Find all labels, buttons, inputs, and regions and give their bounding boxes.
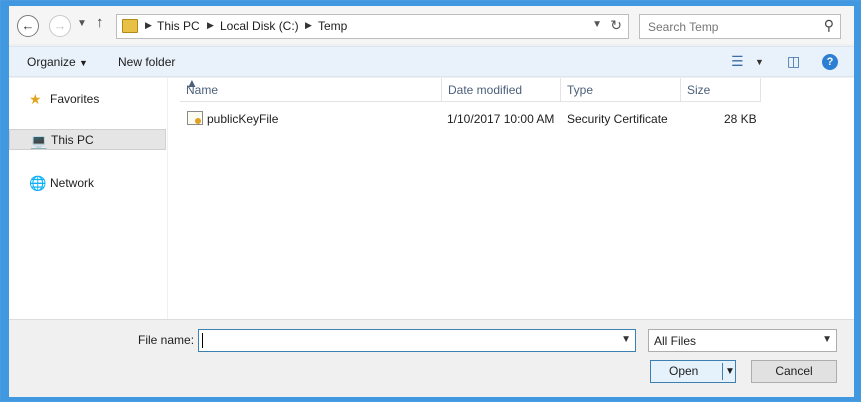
organize-button[interactable]: Organize ▼ (27, 55, 88, 69)
text-caret (202, 333, 203, 348)
organize-label: Organize (27, 55, 76, 69)
folder-icon (122, 19, 138, 33)
column-header-label: Size (687, 83, 711, 97)
address-row: ← → ▼ ↑ ▶ This PC ▶ Local Disk (C:) ▶ Te… (9, 6, 854, 44)
chevron-right-icon[interactable]: ▶ (207, 20, 214, 31)
view-options-icon[interactable]: ☰ (731, 53, 744, 70)
column-header-size[interactable]: Size (681, 78, 761, 102)
file-type-filter-value: All Files (654, 334, 697, 348)
nav-item-label: This PC (51, 133, 94, 147)
filter-chevron-down-icon: ▼ (822, 334, 832, 345)
column-header-label: Date modified (448, 83, 523, 97)
file-name-field[interactable]: ▼ (198, 329, 636, 352)
file-type: Security Certificate (567, 112, 668, 126)
nav-item-label: Favorites (50, 92, 100, 106)
search-input[interactable]: Search Temp ⚲ (639, 14, 841, 39)
forward-arrow-icon[interactable]: → (49, 15, 71, 37)
open-options-chevron-down-icon[interactable]: ▼ (725, 361, 735, 382)
chevron-down-icon: ▼ (79, 58, 88, 68)
chevron-right-icon[interactable]: ▶ (145, 20, 152, 31)
computer-icon: 💻 (30, 133, 48, 149)
help-icon[interactable]: ? (822, 54, 838, 70)
file-name-label: File name: (138, 333, 195, 347)
star-icon: ★ (29, 91, 42, 107)
nav-item-network[interactable]: 🌐 Network (9, 172, 166, 193)
open-button[interactable]: Open ▼ (650, 360, 736, 383)
breadcrumb-local-disk[interactable]: Local Disk (C:) (220, 19, 299, 33)
column-header-type[interactable]: Type (561, 78, 681, 102)
column-header-date-modified[interactable]: Date modified (442, 78, 561, 102)
column-header-name[interactable]: Name ▲ (180, 76, 442, 102)
breadcrumb-temp[interactable]: Temp (318, 19, 347, 33)
nav-item-label: Network (50, 176, 95, 190)
nav-item-this-pc[interactable]: 💻 This PC (9, 129, 166, 150)
breadcrumb-this-pc[interactable]: This PC (157, 19, 200, 33)
command-toolbar: Organize ▼ New folder ☰ ▼ ◫ ? (9, 46, 854, 77)
dialog-footer: File name: ▼ All Files ▼ Open ▼ Cancel (9, 319, 854, 397)
dialog-frame: ← → ▼ ↑ ▶ This PC ▶ Local Disk (C:) ▶ Te… (0, 0, 861, 402)
address-bar[interactable]: ▶ This PC ▶ Local Disk (C:) ▶ Temp ▼ ↻ (116, 14, 629, 39)
file-date-modified: 1/10/2017 10:00 AM (447, 112, 555, 126)
chevron-right-icon[interactable]: ▶ (305, 20, 312, 31)
nav-item-favorites[interactable]: ★ Favorites (9, 88, 166, 109)
open-button-label: Open (669, 364, 699, 378)
view-chevron-down-icon[interactable]: ▼ (755, 57, 764, 67)
preview-pane-icon[interactable]: ◫ (787, 53, 800, 70)
file-name-chevron-down-icon[interactable]: ▼ (621, 334, 631, 345)
file-type-filter-select[interactable]: All Files ▼ (648, 329, 837, 352)
file-list: Name ▲ Date modified Type Size publicKey… (168, 76, 854, 319)
address-history-chevron-down-icon[interactable]: ▼ (592, 19, 602, 30)
split-separator (722, 363, 723, 380)
certificate-icon (187, 111, 203, 125)
new-folder-button[interactable]: New folder (118, 55, 175, 69)
recent-locations-chevron-down-icon[interactable]: ▼ (77, 18, 87, 29)
refresh-icon[interactable]: ↻ (610, 17, 622, 34)
open-file-dialog: ← → ▼ ↑ ▶ This PC ▶ Local Disk (C:) ▶ Te… (9, 6, 854, 397)
network-icon: 🌐 (29, 175, 47, 191)
cancel-button[interactable]: Cancel (751, 360, 837, 383)
back-arrow-icon[interactable]: ← (17, 15, 39, 37)
file-size: 28 KB (724, 112, 757, 126)
up-arrow-icon[interactable]: ↑ (96, 14, 104, 31)
sort-ascending-icon: ▲ (186, 76, 198, 90)
search-icon[interactable]: ⚲ (824, 17, 834, 34)
navigation-pane: ★ Favorites 💻 This PC 🌐 Network (9, 78, 167, 319)
search-placeholder: Search Temp (648, 20, 719, 34)
file-name[interactable]: publicKeyFile (207, 112, 278, 126)
column-header-label: Type (567, 83, 594, 97)
